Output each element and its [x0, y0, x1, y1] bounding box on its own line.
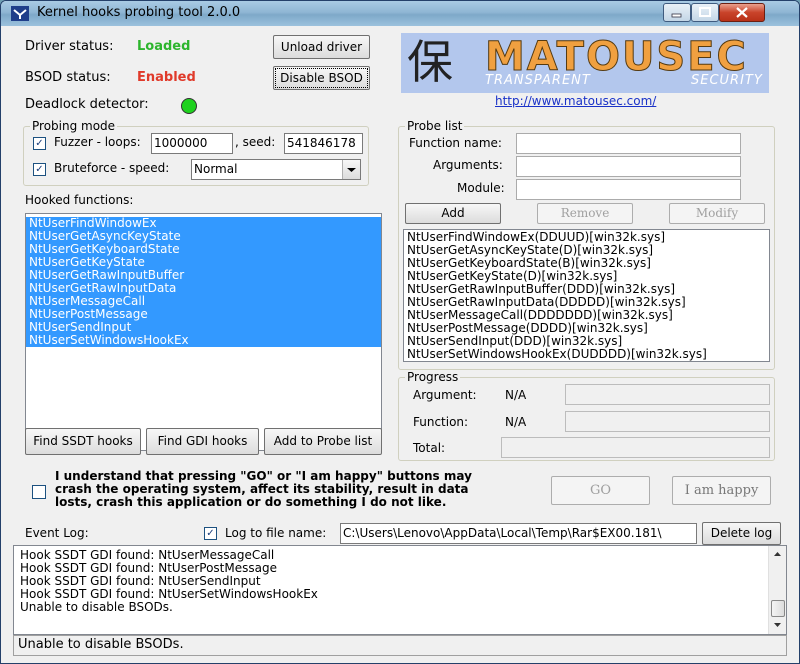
- seed-input[interactable]: 541846178: [284, 133, 363, 154]
- function-name-label: Function name:: [409, 136, 502, 150]
- speed-dropdown-value: Normal: [194, 162, 238, 176]
- log-file-path-input[interactable]: C:\Users\Lenovo\AppData\Local\Temp\Rar$E…: [340, 523, 697, 544]
- module-input[interactable]: [516, 179, 741, 200]
- hooked-function-item[interactable]: NtUserSetWindowsHookEx: [26, 334, 381, 347]
- function-progress-bar: [565, 411, 770, 432]
- fuzzer-loops-label: Fuzzer - loops:: [54, 135, 141, 149]
- warning-line-3: losts, crash this application or do some…: [55, 495, 447, 509]
- matousec-link[interactable]: http://www.matousec.com/: [495, 94, 656, 108]
- function-progress-value: N/A: [505, 415, 527, 429]
- probe-functions-list[interactable]: NtUserFindWindowEx(DDUUD)[win32k.sys] NtU…: [403, 229, 770, 362]
- bruteforce-checkbox[interactable]: ✓: [33, 163, 46, 176]
- arguments-input[interactable]: [516, 156, 741, 177]
- unload-driver-button[interactable]: Unload driver: [273, 35, 370, 59]
- title-bar[interactable]: Kernel hooks probing tool 2.0.0: [1, 1, 799, 26]
- hooked-functions-list[interactable]: NtUserFindWindowEx NtUserGetAsyncKeyState…: [25, 213, 382, 451]
- app-icon: [11, 6, 29, 21]
- driver-status-value: Loaded: [137, 39, 191, 54]
- scroll-down-icon[interactable]: [769, 618, 786, 633]
- go-button[interactable]: GO: [551, 476, 650, 505]
- logo-tagline-right: SECURITY: [691, 73, 763, 88]
- event-log-lines: Hook SSDT GDI found: NtUserMessageCall Ho…: [20, 549, 318, 614]
- minimize-icon: [671, 13, 682, 18]
- log-to-file-checkbox[interactable]: ✓: [204, 527, 217, 540]
- argument-progress-label: Argument:: [413, 388, 477, 402]
- function-name-input[interactable]: [516, 133, 741, 154]
- i-am-happy-button[interactable]: I am happy: [672, 476, 771, 505]
- total-progress-bar: [501, 437, 770, 458]
- logo-tagline-left: TRANSPARENT: [485, 73, 591, 88]
- understand-checkbox[interactable]: [32, 485, 46, 499]
- minimize-button[interactable]: [663, 3, 691, 22]
- progress-group: Progress Argument: N/A Function: N/A Tot…: [398, 370, 775, 461]
- hooked-functions-label: Hooked functions:: [25, 193, 134, 207]
- probing-mode-legend: Probing mode: [30, 119, 118, 133]
- maximize-button[interactable]: [691, 3, 719, 22]
- driver-status-label: Driver status:: [25, 39, 114, 54]
- scroll-thumb[interactable]: [771, 600, 785, 617]
- log-scrollbar[interactable]: [768, 546, 786, 634]
- logo-brand: MATOUSEC: [485, 34, 748, 80]
- speed-dropdown[interactable]: Normal: [191, 159, 361, 180]
- window-title: Kernel hooks probing tool 2.0.0: [37, 5, 241, 20]
- arguments-label: Arguments:: [433, 158, 503, 172]
- deadlock-led-indicator: [181, 98, 197, 114]
- client-area: Driver status: Loaded BSOD status: Enabl…: [9, 30, 791, 656]
- maximize-icon: [699, 7, 711, 17]
- status-bar-text: Unable to disable BSODs.: [18, 637, 184, 652]
- find-ssdt-hooks-button[interactable]: Find SSDT hooks: [25, 428, 141, 455]
- remove-button[interactable]: Remove: [537, 203, 633, 224]
- matousec-logo: 保 MATOUSEC TRANSPARENT SECURITY: [401, 33, 769, 93]
- argument-progress-value: N/A: [505, 388, 527, 402]
- close-icon: [736, 7, 748, 18]
- bsod-status-value: Enabled: [137, 70, 196, 85]
- main-window: Kernel hooks probing tool 2.0.0 Driver s…: [0, 0, 800, 664]
- disable-bsod-button[interactable]: Disable BSOD: [273, 66, 370, 90]
- log-to-file-label: Log to file name:: [225, 526, 327, 540]
- progress-legend: Progress: [405, 370, 461, 384]
- probing-mode-group: Probing mode ✓ Fuzzer - loops: 1000000 ,…: [23, 119, 369, 186]
- probe-list-legend: Probe list: [405, 119, 465, 133]
- loops-input[interactable]: 1000000: [151, 133, 233, 154]
- event-log-label: Event Log:: [25, 526, 89, 540]
- seed-label: , seed:: [235, 135, 276, 149]
- log-line: Unable to disable BSODs.: [20, 600, 173, 614]
- fuzzer-checkbox[interactable]: ✓: [33, 137, 46, 150]
- argument-progress-bar: [565, 384, 770, 405]
- modify-button[interactable]: Modify: [669, 203, 765, 224]
- add-to-probe-list-button[interactable]: Add to Probe list: [264, 428, 382, 455]
- probe-list-item[interactable]: NtUserSetWindowsHookEx(DUDDDD)[win32k.sy…: [404, 348, 769, 361]
- total-progress-label: Total:: [413, 441, 446, 455]
- speed-dropdown-arrow[interactable]: [342, 160, 360, 179]
- probe-list-group: Probe list Function name: Arguments: Mod…: [398, 119, 775, 370]
- module-label: Module:: [457, 181, 505, 195]
- function-progress-label: Function:: [413, 415, 469, 429]
- add-button[interactable]: Add: [405, 203, 501, 224]
- deadlock-detector-label: Deadlock detector:: [25, 97, 149, 112]
- event-log-textarea[interactable]: Hook SSDT GDI found: NtUserMessageCall Ho…: [13, 545, 787, 635]
- chevron-down-icon: [347, 168, 356, 172]
- warning-text: I understand that pressing "GO" or "I am…: [55, 470, 472, 509]
- scroll-up-icon[interactable]: [769, 546, 786, 561]
- delete-log-button[interactable]: Delete log: [702, 522, 781, 545]
- close-button[interactable]: [719, 3, 765, 22]
- status-bar: Unable to disable BSODs.: [13, 635, 787, 656]
- find-gdi-hooks-button[interactable]: Find GDI hooks: [146, 428, 259, 455]
- logo-kanji: 保: [407, 35, 453, 89]
- bruteforce-speed-label: Bruteforce - speed:: [54, 161, 170, 175]
- bsod-status-label: BSOD status:: [25, 70, 111, 85]
